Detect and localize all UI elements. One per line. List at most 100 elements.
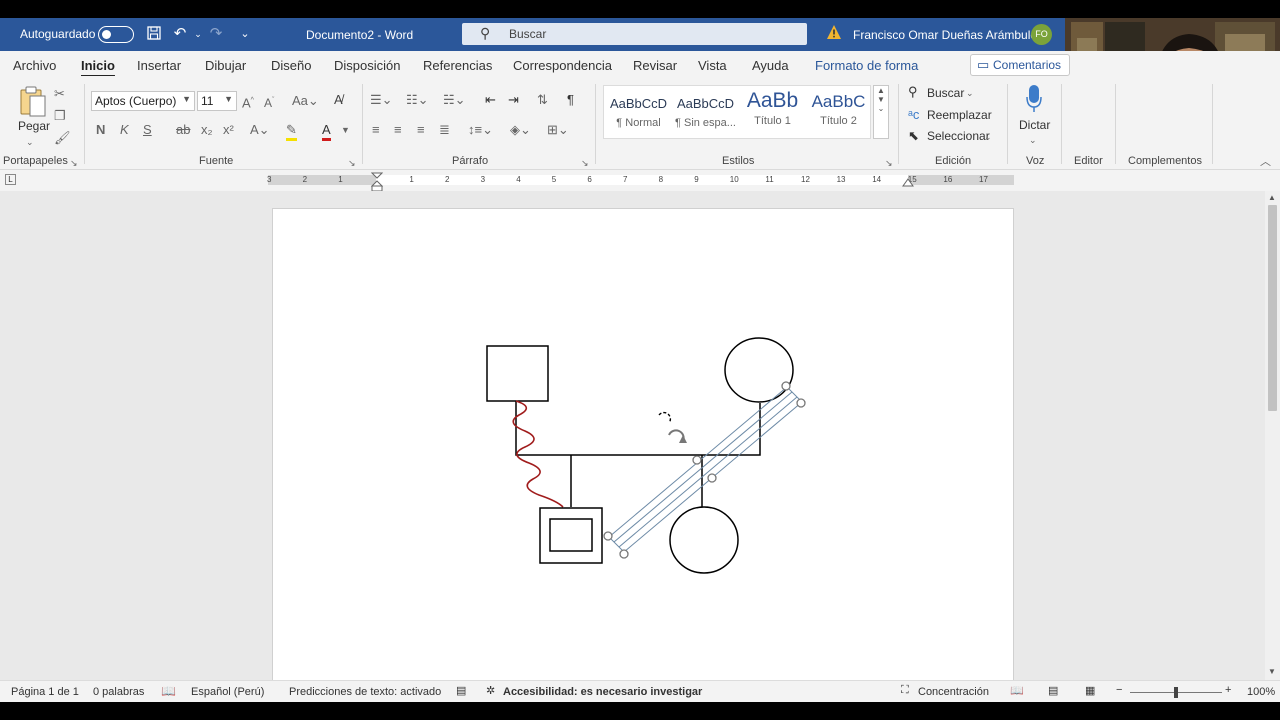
tab-vista[interactable]: Vista <box>698 58 727 73</box>
tab-archivo[interactable]: Archivo <box>13 58 56 73</box>
sort-icon[interactable]: ⇅ <box>537 92 548 108</box>
proofing-icon[interactable]: 📖 <box>161 684 176 698</box>
tab-revisar[interactable]: Revisar <box>633 58 677 73</box>
abuse-relationship-line[interactable] <box>512 400 564 508</box>
tab-formato-de-forma[interactable]: Formato de forma <box>815 58 918 73</box>
rotate-handle-icon[interactable] <box>668 429 687 443</box>
replace-icon[interactable]: ᵃc <box>908 107 919 123</box>
word-count[interactable]: 0 palabras <box>93 686 144 698</box>
styles-scroll[interactable]: ▲ ▼ ⌄ <box>873 85 889 139</box>
macro-icon[interactable]: ▤ <box>456 684 466 697</box>
find-dropdown-icon[interactable]: ⌄ <box>966 85 974 101</box>
tab-insertar[interactable]: Insertar <box>137 58 181 73</box>
undo-icon[interactable]: ↶ <box>171 25 189 43</box>
paste-label[interactable]: Pegar <box>18 119 50 133</box>
align-left-icon[interactable]: ≡ <box>372 122 380 138</box>
zoom-slider-thumb[interactable] <box>1174 687 1178 698</box>
multilevel-list-icon[interactable]: ☵⌄ <box>443 92 466 108</box>
change-case-icon[interactable]: Aa⌄ <box>292 93 319 109</box>
save-icon[interactable] <box>145 25 163 43</box>
bold-button[interactable]: N <box>96 122 105 138</box>
line-spacing-icon[interactable]: ↕≡⌄ <box>468 122 493 138</box>
strikethrough-button[interactable]: ab <box>176 122 190 138</box>
indent-marker[interactable] <box>371 172 383 192</box>
warning-icon[interactable] <box>826 24 842 40</box>
tab-dibujar[interactable]: Dibujar <box>205 58 246 73</box>
print-layout-icon[interactable]: ▤ <box>1048 684 1058 697</box>
superscript-button[interactable]: x² <box>223 122 234 138</box>
paste-icon[interactable] <box>19 86 47 118</box>
text-predictions[interactable]: Predicciones de texto: activado <box>289 686 441 698</box>
daughter-circle[interactable] <box>669 506 739 574</box>
customize-toolbar-icon[interactable]: ⌄ <box>236 25 254 43</box>
user-name[interactable]: Francisco Omar Dueñas Arámbulo <box>853 28 1037 42</box>
font-size-select[interactable]: 11 ▼ <box>197 91 237 111</box>
right-indent-marker[interactable] <box>902 178 914 188</box>
underline-button[interactable]: S <box>143 122 152 138</box>
male-square[interactable] <box>486 345 549 402</box>
justify-icon[interactable]: ≣ <box>439 122 450 138</box>
tab-correspondencia[interactable]: Correspondencia <box>513 58 612 73</box>
grow-font-icon[interactable]: A^ <box>242 93 254 111</box>
paste-dropdown-icon[interactable]: ⌄ <box>26 134 34 150</box>
align-right-icon[interactable]: ≡ <box>417 122 425 138</box>
find-icon[interactable]: ⚲ <box>908 84 918 100</box>
font-name-select[interactable]: Aptos (Cuerpo) ▼ <box>91 91 195 111</box>
select-icon[interactable]: ⬉ <box>908 128 919 144</box>
language[interactable]: Español (Perú) <box>191 686 264 698</box>
numbering-icon[interactable]: ☷⌄ <box>406 92 429 108</box>
web-layout-icon[interactable]: ▦ <box>1085 684 1095 697</box>
microphone-icon[interactable] <box>1025 84 1043 114</box>
dictate-button[interactable]: Dictar <box>1019 118 1050 132</box>
clear-format-icon[interactable]: A̸ <box>334 92 343 108</box>
focus-mode[interactable]: Concentración <box>918 686 989 698</box>
tab-ayuda[interactable]: Ayuda <box>752 58 789 73</box>
find-button[interactable]: Buscar <box>927 86 964 100</box>
zoom-in-icon[interactable]: + <box>1225 684 1231 696</box>
undo-dropdown-icon[interactable]: ⌄ <box>189 25 207 43</box>
tab-selector[interactable]: L <box>5 174 16 185</box>
italic-button[interactable]: K <box>120 122 129 138</box>
dictate-dropdown-icon[interactable]: ⌄ <box>1029 132 1037 148</box>
format-painter-icon[interactable]: 🖌 <box>54 130 71 146</box>
borders-icon[interactable]: ⊞⌄ <box>547 122 569 138</box>
show-formatting-icon[interactable]: ¶ <box>567 92 574 108</box>
copy-icon[interactable]: ❐ <box>54 108 66 124</box>
shrink-font-icon[interactable]: Aˇ <box>264 93 274 111</box>
accessibility-icon[interactable]: ✲ <box>486 684 495 697</box>
female-circle[interactable] <box>724 337 794 403</box>
redo-icon[interactable]: ↷ <box>207 25 225 43</box>
fuente-launcher-icon[interactable]: ↘ <box>348 155 356 171</box>
scroll-thumb[interactable] <box>1268 205 1277 411</box>
style-sin-espaciado[interactable]: AaBbCcD ¶ Sin espa... <box>673 86 738 140</box>
select-button[interactable]: Seleccionar <box>927 129 990 143</box>
autosave-toggle[interactable] <box>98 26 134 43</box>
font-color-icon[interactable]: A <box>322 122 331 141</box>
style-titulo-1[interactable]: AaBb Título 1 <box>740 86 805 140</box>
font-color-dropdown-icon[interactable]: ▼ <box>341 122 350 138</box>
zoom-level[interactable]: 100% <box>1247 686 1275 698</box>
style-normal[interactable]: AaBbCcD ¶ Normal <box>606 86 671 140</box>
genogram-drawing[interactable] <box>273 209 1015 689</box>
portapapeles-launcher-icon[interactable]: ↘ <box>70 155 78 171</box>
collapse-ribbon-icon[interactable]: ︿ <box>1260 154 1271 170</box>
style-titulo-2[interactable]: AaBbC Título 2 <box>806 86 871 140</box>
scroll-down-icon[interactable]: ▼ <box>1268 667 1276 676</box>
tab-diseno[interactable]: Diseño <box>271 58 311 73</box>
shading-icon[interactable]: ◈⌄ <box>510 122 531 138</box>
cut-icon[interactable]: ✂ <box>54 86 65 102</box>
tab-referencias[interactable]: Referencias <box>423 58 492 73</box>
search-box[interactable]: ⚲ Buscar <box>462 23 807 45</box>
user-avatar[interactable]: FO <box>1031 24 1052 45</box>
accessibility-status[interactable]: Accesibilidad: es necesario investigar <box>503 686 702 698</box>
read-mode-icon[interactable]: 📖 <box>1010 684 1024 697</box>
document-page[interactable] <box>272 208 1014 688</box>
page-count[interactable]: Página 1 de 1 <box>11 686 79 698</box>
tab-disposicion[interactable]: Disposición <box>334 58 400 73</box>
text-effects-icon[interactable]: A⌄ <box>250 122 270 138</box>
parrafo-launcher-icon[interactable]: ↘ <box>581 155 589 171</box>
increase-indent-icon[interactable]: ⇥ <box>508 92 519 108</box>
vertical-scrollbar[interactable]: ▲ ▼ <box>1265 191 1280 680</box>
marriage-line[interactable] <box>515 401 761 456</box>
scroll-up-icon[interactable]: ▲ <box>1268 193 1276 202</box>
